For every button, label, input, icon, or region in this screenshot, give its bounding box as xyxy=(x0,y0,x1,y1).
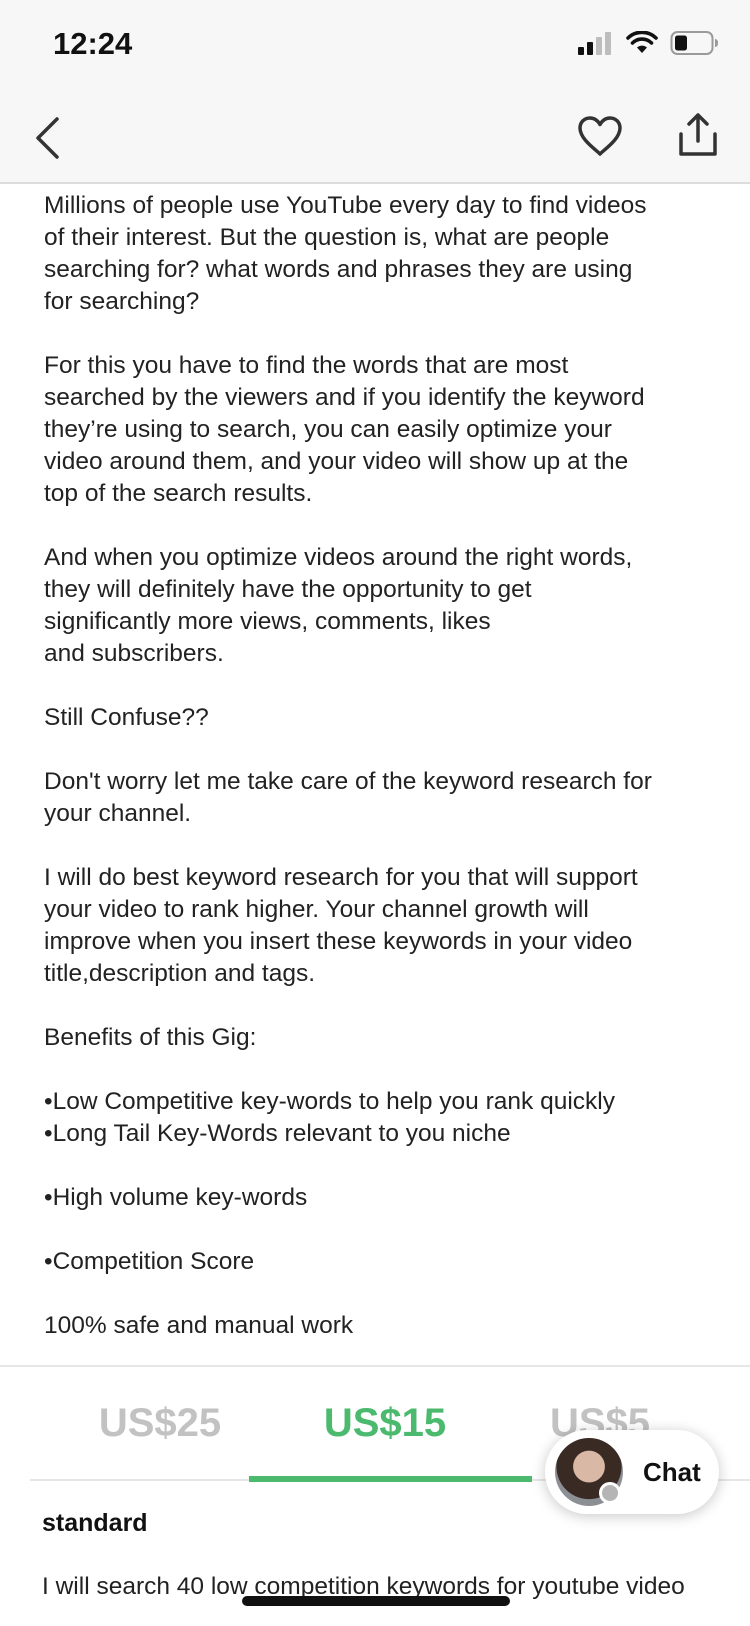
description-paragraph: Don't worry let me take care of the keyw… xyxy=(44,768,652,827)
benefit-item: •Competition Score xyxy=(44,1248,255,1275)
share-button[interactable] xyxy=(670,106,726,168)
status-icons xyxy=(578,30,720,60)
online-status-dot xyxy=(599,1482,621,1504)
price-tab-standard[interactable]: US$15 xyxy=(285,1367,485,1479)
gig-description: Millions of people use YouTube every day… xyxy=(44,190,724,1374)
description-paragraph: For this you have to find the words that… xyxy=(44,352,645,507)
share-upload-icon xyxy=(677,112,719,162)
chat-label: Chat xyxy=(643,1456,701,1487)
chat-button[interactable]: Chat xyxy=(545,1430,719,1514)
description-paragraph: I will do best keyword research for you … xyxy=(44,864,638,987)
favorite-button[interactable] xyxy=(572,108,628,168)
benefit-item: •High volume key-words xyxy=(44,1184,308,1211)
seller-avatar xyxy=(555,1438,623,1506)
description-paragraph: Millions of people use YouTube every day… xyxy=(44,192,647,315)
heart-outline-icon xyxy=(577,115,623,162)
benefits-list: •Low Competitive key-words to help you r… xyxy=(44,1088,615,1147)
description-paragraph: Still Confuse?? xyxy=(44,704,209,731)
nav-bar xyxy=(0,100,750,184)
status-bar: 12:24 xyxy=(0,0,750,100)
chevron-left-icon xyxy=(33,116,63,165)
cellular-signal-icon xyxy=(578,31,614,60)
selected-tab-indicator xyxy=(249,1476,532,1482)
status-time: 12:24 xyxy=(53,26,133,61)
home-indicator[interactable] xyxy=(242,1596,510,1606)
battery-icon xyxy=(670,30,720,61)
wifi-icon xyxy=(626,30,658,60)
price-tab-basic[interactable]: US$25 xyxy=(60,1367,260,1479)
description-paragraph: And when you optimize videos around the … xyxy=(44,544,633,667)
package-name: standard xyxy=(42,1509,148,1537)
benefits-heading: Benefits of this Gig: xyxy=(44,1024,257,1051)
back-button[interactable] xyxy=(18,110,78,170)
description-paragraph: 100% safe and manual work xyxy=(44,1312,354,1339)
